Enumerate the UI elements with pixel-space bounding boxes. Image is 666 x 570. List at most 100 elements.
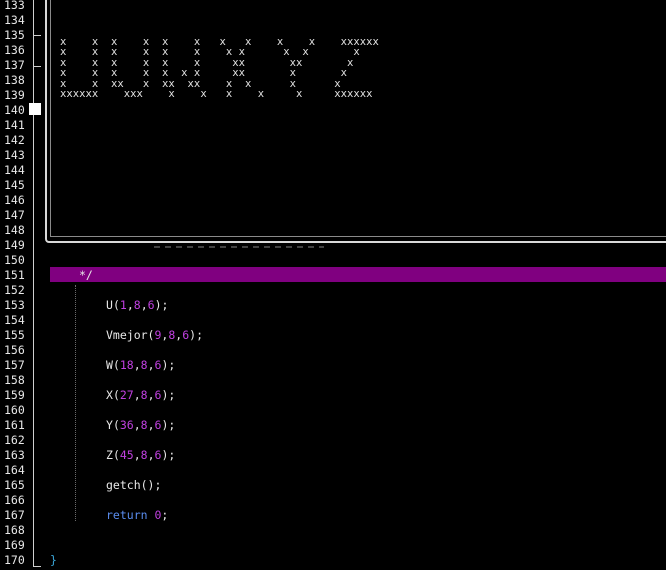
line-number: 144 <box>4 163 25 177</box>
line-number: 142 <box>4 133 25 147</box>
getch-call: getch(); <box>106 478 162 492</box>
paren: ( <box>112 418 120 432</box>
comma: , <box>133 418 141 432</box>
number-literal: 8 <box>140 448 148 462</box>
line-number: 148 <box>4 223 25 237</box>
comma: , <box>133 358 141 372</box>
current-line-highlight <box>50 267 666 282</box>
line-number: 165 <box>4 478 25 492</box>
number-literal: 18 <box>119 358 134 372</box>
fold-marker[interactable] <box>33 35 41 36</box>
line-number: 154 <box>4 313 25 327</box>
line-number: 161 <box>4 418 25 432</box>
number-literal: 45 <box>119 448 134 462</box>
function-name: U <box>106 298 113 312</box>
comma: , <box>126 298 134 312</box>
indent-guide <box>75 285 76 521</box>
line-number: 168 <box>4 523 25 537</box>
line-number: 140 <box>4 103 25 117</box>
line-number: 158 <box>4 373 25 387</box>
comma: , <box>147 388 155 402</box>
line-number: 157 <box>4 358 25 372</box>
function-name: Z <box>106 448 113 462</box>
line-number: 156 <box>4 343 25 357</box>
line-number: 150 <box>4 253 25 267</box>
number-literal: 6 <box>147 298 155 312</box>
paren: ( <box>112 448 120 462</box>
line-number: 163 <box>4 448 25 462</box>
line-number: 146 <box>4 193 25 207</box>
line-number: 133 <box>4 0 25 12</box>
line-number: 141 <box>4 118 25 132</box>
paren: ( <box>112 358 120 372</box>
function-call-line[interactable]: U(1,8,6); <box>106 298 168 313</box>
comment-end-line[interactable]: */ <box>79 268 93 283</box>
line-number: 153 <box>4 298 25 312</box>
paren: ); <box>161 448 176 462</box>
fold-marker[interactable] <box>33 566 41 567</box>
line-number: 155 <box>4 328 25 342</box>
line-number: 160 <box>4 403 25 417</box>
comma: , <box>133 388 141 402</box>
fold-guide <box>33 0 34 566</box>
line-number: 134 <box>4 13 25 27</box>
line-number: 135 <box>4 28 25 42</box>
closing-brace: } <box>50 553 57 567</box>
console-output-ascii-art: x x x x x x x x x x xxxxxx x x x x x x x… <box>60 36 379 101</box>
number-literal: 8 <box>140 358 148 372</box>
comma: , <box>147 418 155 432</box>
fold-marker[interactable] <box>33 66 41 67</box>
number-literal: 8 <box>140 418 148 432</box>
function-call-line[interactable]: Z(45,8,6); <box>106 448 175 463</box>
line-number: 170 <box>4 553 25 567</box>
line-number: 164 <box>4 463 25 477</box>
function-call-line[interactable]: W(18,8,6); <box>106 358 175 373</box>
line-number: 145 <box>4 178 25 192</box>
console-window[interactable]: x x x x x x x x x x xxxxxx x x x x x x x… <box>44 0 666 248</box>
number-literal: 1 <box>119 298 127 312</box>
line-number: 152 <box>4 283 25 297</box>
line-number: 137 <box>4 58 25 72</box>
paren: ( <box>112 298 120 312</box>
function-name: Y <box>106 418 113 432</box>
semicolon: ; <box>161 508 169 522</box>
paren: ); <box>154 298 169 312</box>
paren: ( <box>112 388 120 402</box>
comma: , <box>140 298 148 312</box>
line-number: 162 <box>4 433 25 447</box>
line-number: 169 <box>4 538 25 552</box>
console-scrollbar-remnant <box>154 246 324 248</box>
line-number: 147 <box>4 208 25 222</box>
number-literal: 8 <box>133 298 141 312</box>
function-name: X <box>106 388 113 402</box>
number-literal: 8 <box>140 388 148 402</box>
function-call-line[interactable]: X(27,8,6); <box>106 388 175 403</box>
line-number: 159 <box>4 388 25 402</box>
function-call-line[interactable]: Vmejor(9,8,6); <box>106 328 203 343</box>
function-name: W <box>106 358 113 372</box>
function-call-line[interactable]: Y(36,8,6); <box>106 418 175 433</box>
paren: ); <box>161 388 176 402</box>
comment-end-token: */ <box>79 268 93 282</box>
comma: , <box>147 358 155 372</box>
line-number: 139 <box>4 88 25 102</box>
return-line[interactable]: return 0; <box>106 508 168 523</box>
return-keyword: return <box>106 508 148 522</box>
paren: ); <box>161 418 176 432</box>
line-number-gutter: 133 134 135 136 137 138 139 140 141 142 143 144 145 1… <box>0 0 44 570</box>
line-number: 166 <box>4 493 25 507</box>
number-literal: 27 <box>119 388 134 402</box>
getch-line[interactable]: getch(); <box>106 478 161 493</box>
line-number: 138 <box>4 73 25 87</box>
closing-brace-line[interactable]: } <box>50 553 57 568</box>
line-number: 167 <box>4 508 25 522</box>
line-number: 136 <box>4 43 25 57</box>
line-number: 149 <box>4 238 25 252</box>
bookmark-marker[interactable] <box>29 103 41 115</box>
line-number: 151 <box>4 268 25 282</box>
comma: , <box>147 448 155 462</box>
number-literal: 36 <box>119 418 134 432</box>
paren: ); <box>189 328 204 342</box>
line-number: 143 <box>4 148 25 162</box>
comma: , <box>133 448 141 462</box>
